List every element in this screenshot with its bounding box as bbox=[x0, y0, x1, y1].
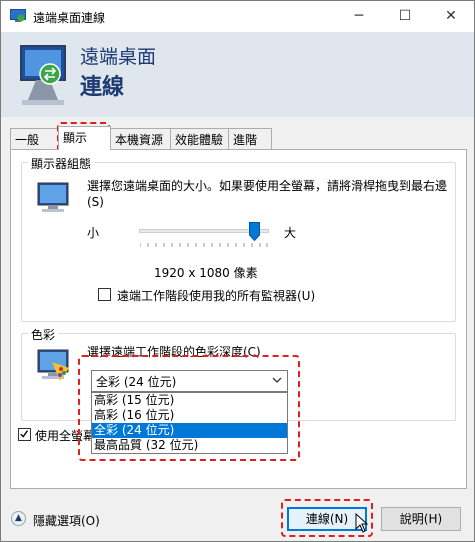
banner-title-line1: 遠端桌面 bbox=[80, 46, 157, 68]
maximize-button[interactable]: ☐ bbox=[382, 1, 428, 32]
tab-display[interactable]: 顯示 bbox=[58, 126, 111, 150]
checkmark-icon bbox=[20, 430, 29, 438]
remote-desktop-icon bbox=[10, 9, 26, 22]
display-size-slider-thumb[interactable] bbox=[249, 222, 260, 241]
slider-max-label: 大 bbox=[284, 226, 297, 240]
display-configuration-group: 顯示器組態 選擇您遠端桌面的大小。如果要使用全螢幕，請將滑桿拖曳到最右邊(S) … bbox=[21, 155, 456, 322]
tab-advanced[interactable]: 進階 bbox=[228, 128, 272, 149]
mouse-pointer-icon bbox=[355, 513, 369, 533]
monitor-icon bbox=[37, 182, 69, 212]
fullscreen-bar-label[interactable]: 使用全螢幕 bbox=[35, 427, 95, 444]
display-group-label: 顯示器組態 bbox=[28, 155, 95, 172]
color-depth-option-15bit[interactable]: 高彩 (15 位元) bbox=[92, 393, 287, 408]
window-title: 遠端桌面連線 bbox=[33, 11, 106, 25]
bottom-bar: ▲ 隱藏選項(O) 連線(N) 說明(H) bbox=[1, 491, 474, 542]
header-banner: 遠端桌面 連線 bbox=[1, 32, 474, 117]
tab-local-resources[interactable]: 本機資源 bbox=[110, 128, 171, 149]
fullscreen-bar-checkbox[interactable] bbox=[18, 428, 31, 441]
color-palette-monitor-icon bbox=[37, 349, 69, 381]
help-button[interactable]: 說明(H) bbox=[381, 507, 461, 531]
slider-ticks bbox=[140, 243, 268, 247]
color-depth-option-24bit[interactable]: 全彩 (24 位元) bbox=[92, 423, 287, 438]
color-depth-option-16bit[interactable]: 高彩 (16 位元) bbox=[92, 408, 287, 423]
chevron-down-icon bbox=[272, 374, 282, 388]
all-monitors-label[interactable]: 遠端工作階段使用我的所有監視器(U) bbox=[117, 287, 315, 304]
color-depth-select[interactable]: 全彩 (24 位元) bbox=[91, 370, 288, 392]
banner-title-line2: 連線 bbox=[80, 75, 125, 100]
color-depth-dropdown-list: 高彩 (15 位元) 高彩 (16 位元) 全彩 (24 位元) 最高品質 (3… bbox=[91, 392, 288, 454]
minimize-button[interactable]: ─ bbox=[336, 1, 382, 32]
resolution-text: 1920 x 1080 像素 bbox=[154, 266, 258, 280]
slider-min-label: 小 bbox=[87, 226, 100, 240]
color-depth-option-32bit[interactable]: 最高品質 (32 位元) bbox=[92, 438, 287, 453]
hide-options-label[interactable]: 隱藏選項(O) bbox=[33, 512, 100, 529]
color-depth-description: 選擇遠端工作階段的色彩深度(C) bbox=[87, 345, 261, 359]
all-monitors-checkbox[interactable] bbox=[98, 288, 111, 301]
display-size-description: 選擇您遠端桌面的大小。如果要使用全螢幕，請將滑桿拖曳到最右邊(S) bbox=[87, 179, 448, 209]
remote-desktop-window: 遠端桌面連線 ─ ☐ ✕ 遠端桌面 連線 一般 顯示 本機資源 效能體驗 進階 … bbox=[0, 0, 475, 542]
tab-general[interactable]: 一般 bbox=[10, 128, 59, 149]
title-bar: 遠端桌面連線 ─ ☐ ✕ bbox=[1, 1, 474, 32]
close-button[interactable]: ✕ bbox=[428, 1, 474, 32]
tab-panel-display: 顯示器組態 選擇您遠端桌面的大小。如果要使用全螢幕，請將滑桿拖曳到最右邊(S) … bbox=[10, 149, 467, 489]
tab-experience[interactable]: 效能體驗 bbox=[170, 128, 229, 149]
color-group-label: 色彩 bbox=[28, 326, 59, 343]
color-depth-selected-value: 全彩 (24 位元) bbox=[96, 375, 177, 389]
remote-desktop-monitor-icon bbox=[20, 45, 66, 105]
chevron-up-icon[interactable]: ▲ bbox=[11, 511, 26, 526]
